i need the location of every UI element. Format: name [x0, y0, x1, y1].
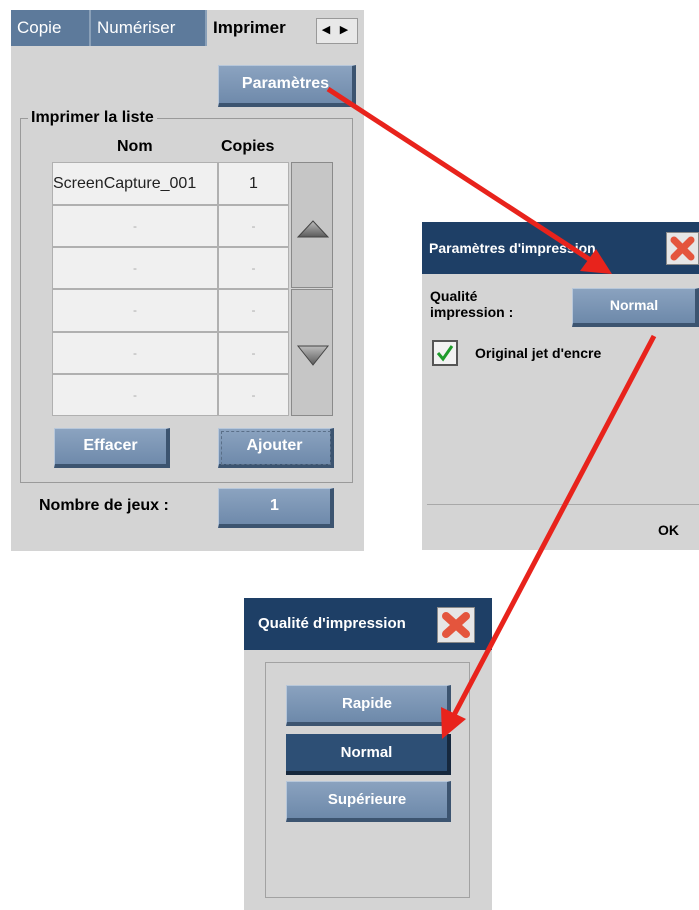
arrow-icon [441, 334, 657, 739]
annotation-arrows [326, 86, 657, 739]
arrow-icon [326, 86, 612, 274]
